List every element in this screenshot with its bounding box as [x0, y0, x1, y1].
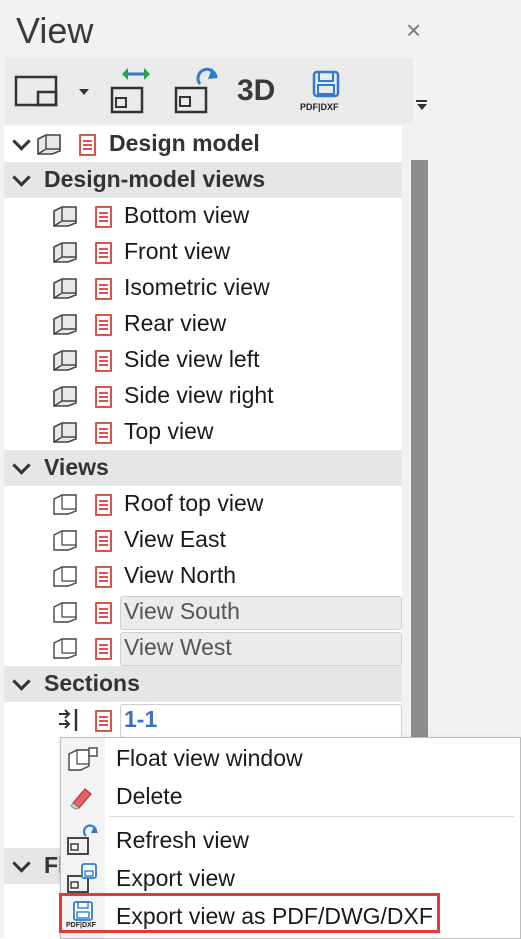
section-cut-icon — [59, 709, 78, 731]
document-icon — [95, 278, 112, 300]
menu-item-label: Export view — [116, 865, 235, 891]
view-icon — [53, 494, 77, 515]
toolbar-overflow-line[interactable] — [416, 100, 427, 102]
model-view-icon — [53, 242, 77, 263]
document-icon — [95, 242, 112, 264]
chevron-down-icon[interactable] — [12, 672, 31, 691]
model-view-icon — [53, 314, 77, 335]
chevron-down-icon[interactable] — [12, 854, 31, 873]
tree-item[interactable]: View North — [4, 558, 402, 594]
document-icon — [95, 710, 112, 732]
menu-item-delete[interactable]: Delete — [61, 778, 520, 814]
export-view-icon — [67, 863, 97, 893]
3d-view-button[interactable]: 3D — [237, 74, 275, 108]
highlight-box — [59, 893, 440, 933]
close-icon[interactable]: × — [406, 16, 421, 44]
tree-item-label: Isometric view — [124, 274, 270, 300]
tree-item[interactable]: Roof top view — [4, 486, 402, 522]
tree-item-label: Roof top view — [124, 490, 264, 516]
document-icon — [79, 134, 96, 156]
chevron-down-icon[interactable] — [12, 132, 31, 151]
document-icon — [95, 494, 112, 516]
menu-item-float-view[interactable]: Float view window — [61, 740, 520, 776]
tree-item[interactable]: Side view left — [4, 342, 402, 378]
document-icon — [95, 350, 112, 372]
tree-item-label: Rear view — [124, 310, 227, 336]
save-pdf-dxf-icon[interactable] — [306, 70, 346, 100]
tree-item-label: View North — [124, 562, 237, 588]
tree-row-design-model[interactable]: Design model — [4, 126, 402, 162]
document-icon — [95, 314, 112, 336]
chevron-down-icon[interactable] — [12, 456, 31, 475]
menu-item-label: Refresh view — [116, 827, 249, 853]
tree-item[interactable]: Isometric view — [4, 270, 402, 306]
tree-item[interactable]: Front view — [4, 234, 402, 270]
tree-header-views[interactable]: Views — [4, 450, 402, 486]
tree-item-label: Side view right — [124, 382, 274, 408]
menu-item-label: Delete — [116, 783, 183, 809]
tree-item[interactable]: View West — [4, 630, 402, 666]
menu-item-export-view[interactable]: Export view — [61, 860, 520, 896]
document-icon — [95, 422, 112, 444]
view-icon — [53, 566, 77, 587]
refresh-view-icon — [67, 824, 98, 855]
menu-item-label: Float view window — [116, 745, 303, 771]
float-view-icon[interactable] — [106, 64, 150, 116]
view-icon — [53, 530, 77, 551]
tree-item-label: Bottom view — [124, 202, 250, 228]
refresh-view-icon[interactable] — [172, 66, 220, 114]
tree-item[interactable]: Bottom view — [4, 198, 402, 234]
document-icon — [95, 386, 112, 408]
eraser-icon — [70, 788, 92, 810]
model-view-icon — [53, 278, 77, 299]
tree-item[interactable]: Side view right — [4, 378, 402, 414]
tree-header-label: Views — [44, 454, 109, 480]
pdf-dxf-label: PDF|DXF — [300, 102, 339, 112]
document-icon — [95, 602, 112, 624]
scrollbar-thumb[interactable] — [411, 160, 428, 770]
tree-header-label: Sections — [44, 670, 140, 696]
tree-item[interactable]: View South — [4, 594, 402, 630]
document-icon — [95, 638, 112, 660]
menu-separator — [109, 816, 514, 817]
tree-item-label: View South — [124, 598, 240, 624]
model-view-icon — [53, 206, 77, 227]
tree-item[interactable]: Top view — [4, 414, 402, 450]
model-view-icon — [53, 422, 77, 443]
float-window-icon — [68, 747, 98, 771]
tree-header-label: Design-model views — [44, 166, 266, 192]
model-view-icon — [37, 134, 61, 155]
tree-item[interactable]: View East — [4, 522, 402, 558]
tree-item-label: View West — [124, 634, 232, 660]
tree-item-selected[interactable]: 1-1 — [4, 702, 402, 738]
tree-item-label: View East — [124, 526, 226, 552]
document-icon — [95, 566, 112, 588]
tree-item-label: 1-1 — [124, 706, 158, 732]
model-view-icon — [53, 386, 77, 407]
menu-item-refresh-view[interactable]: Refresh view — [61, 822, 520, 858]
tree-label: Design model — [109, 130, 260, 156]
tree-item-label: Front view — [124, 238, 231, 264]
tree-header-sections[interactable]: Sections — [4, 666, 402, 702]
view-layout-icon[interactable] — [14, 74, 60, 108]
view-icon — [53, 602, 77, 623]
selection-box — [120, 704, 402, 738]
tree-item-label: Top view — [124, 418, 214, 444]
layout-dropdown-icon[interactable] — [78, 88, 90, 96]
tree-item[interactable]: Rear view — [4, 306, 402, 342]
model-view-icon — [53, 350, 77, 371]
toolbar: 3D PDF|DXF — [6, 58, 413, 124]
view-panel: View × 3D PDF|DXF Design model Design-mo… — [0, 0, 521, 939]
chevron-down-icon[interactable] — [12, 168, 31, 187]
document-icon — [95, 206, 112, 228]
panel-title: View — [16, 10, 94, 51]
view-icon — [53, 638, 77, 659]
document-icon — [95, 530, 112, 552]
tree-header-design-model-views[interactable]: Design-model views — [4, 162, 402, 198]
tree-item-label: Side view left — [124, 346, 260, 372]
toolbar-overflow-icon[interactable] — [417, 104, 427, 110]
